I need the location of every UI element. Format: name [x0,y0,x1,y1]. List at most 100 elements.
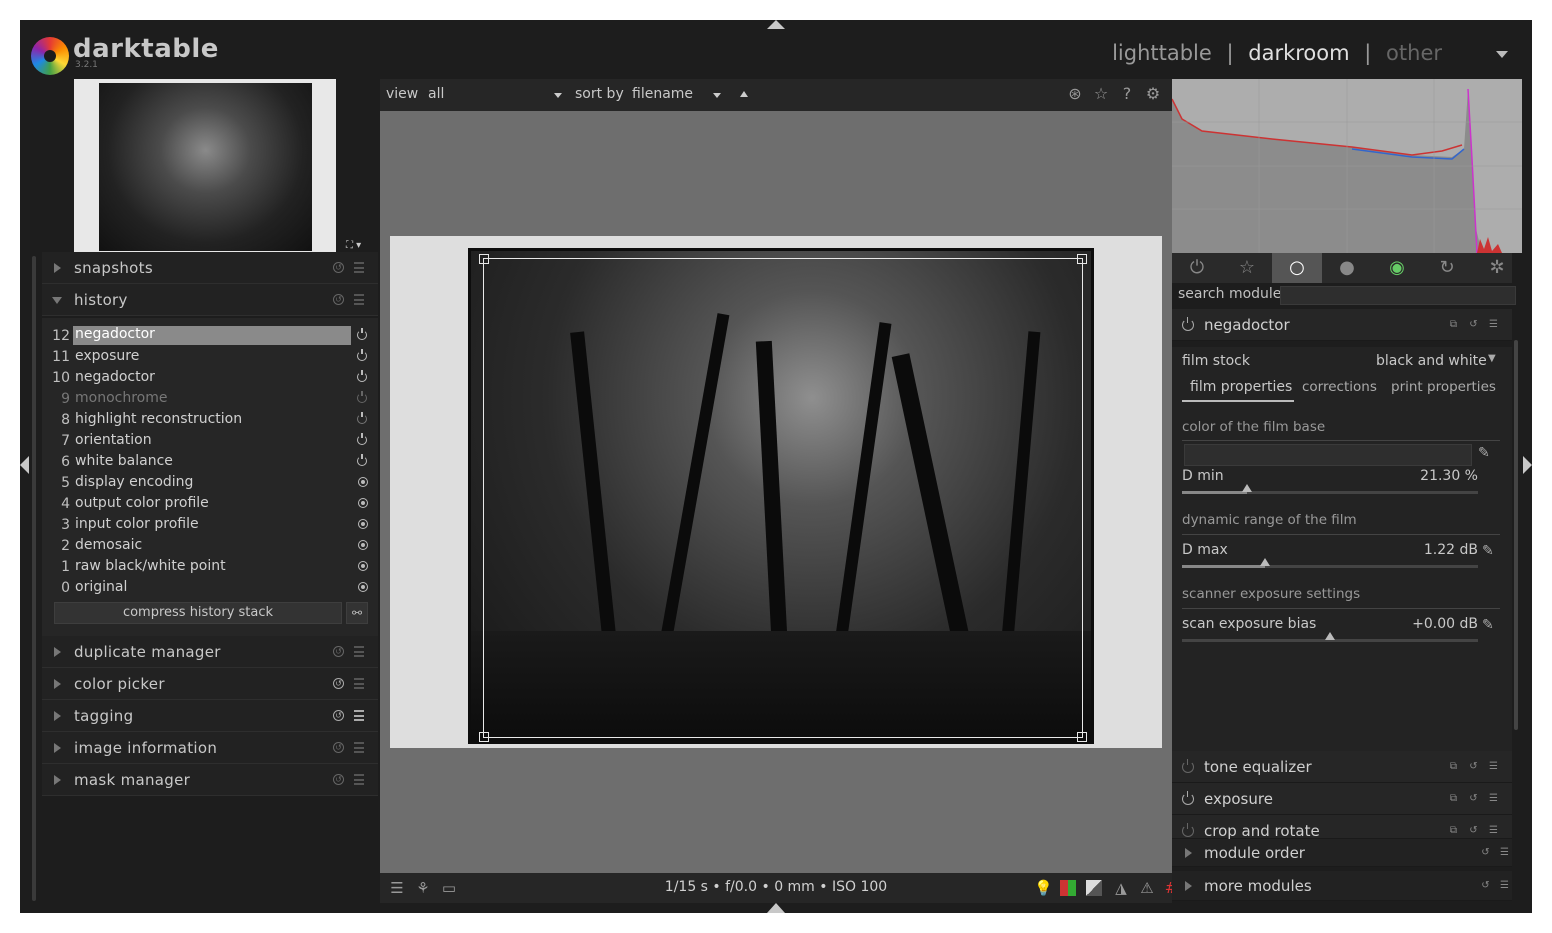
multi-instance-icon[interactable]: ⧉ [1448,825,1459,836]
history-item[interactable]: 8 highlight reconstruction [42,409,378,430]
dmax-slider[interactable] [1182,558,1478,568]
history-item[interactable]: 10 negadoctor [42,367,378,388]
history-item[interactable]: 2 demosaic [42,535,378,556]
chevron-down-icon[interactable]: ▼ [1488,353,1496,364]
history-item[interactable]: 4 output color profile [42,493,378,514]
slider-knob[interactable] [1325,632,1335,640]
copy-history-icon[interactable]: ⚯ [346,602,368,624]
presets-icon[interactable] [354,678,364,689]
history-item[interactable]: 1 raw black/white point [42,556,378,577]
presets-icon[interactable] [354,774,364,785]
reset-icon[interactable]: ↺ [333,294,344,305]
power-icon[interactable] [1182,758,1194,773]
tab-corrections[interactable]: corrections [1302,379,1377,395]
view-select[interactable]: all [428,86,444,102]
section-image-information[interactable]: image information ↺ [42,732,378,764]
section-more-modules[interactable]: more modules ↺ ☰ [1172,871,1512,901]
tab-active-modules[interactable]: ⏻ [1172,253,1222,283]
crop-handle[interactable] [1077,254,1087,264]
film-stock-select[interactable]: black and white [1376,353,1487,369]
gear-icon[interactable]: ⚙ [1144,85,1162,103]
power-icon[interactable] [1182,790,1194,805]
section-module-order[interactable]: module order ↺ ☰ [1172,839,1512,867]
reset-icon[interactable]: ↺ [1468,793,1479,804]
dmin-slider[interactable] [1182,484,1478,494]
collapse-bottom-arrow-icon[interactable] [767,903,785,913]
history-item[interactable]: 3 input color profile [42,514,378,535]
right-scrollbar[interactable] [1514,340,1518,730]
presets-icon[interactable] [354,262,364,273]
reset-icon[interactable]: ↺ [1468,825,1479,836]
presets-icon[interactable]: ☰ [1488,825,1499,836]
tab-tone[interactable]: ● [1322,253,1372,283]
lightbulb-icon[interactable]: 💡 [1034,879,1053,897]
history-item[interactable]: 6 white balance [42,451,378,472]
section-duplicate-manager[interactable]: duplicate manager ↺ [42,636,378,668]
color-picker-icon[interactable]: ✎ [1478,445,1490,461]
tab-favorites[interactable]: ☆ [1222,253,1272,283]
presets-icon[interactable] [354,294,364,305]
history-item[interactable]: 7 orientation [42,430,378,451]
crop-handle[interactable] [1077,732,1087,742]
crop-handle[interactable] [479,732,489,742]
module-tone-equalizer-header[interactable]: tone equalizer ⧉ ↺ ☰ [1172,751,1512,783]
tab-print-properties[interactable]: print properties [1391,379,1496,395]
compress-history-button[interactable]: compress history stack [54,602,342,624]
image-canvas[interactable] [380,111,1172,873]
tab-film-properties[interactable]: film properties [1190,379,1292,395]
search-module-input[interactable] [1280,286,1516,305]
reset-icon[interactable]: ↺ [333,710,344,721]
collapse-left-arrow-icon[interactable] [20,456,29,474]
tab-color[interactable]: ◉ [1372,253,1422,283]
left-scrollbar[interactable] [32,256,36,901]
reset-icon[interactable]: ↺ [1468,761,1479,772]
gamut-warning-icon[interactable]: ⚠ [1138,879,1156,897]
presets-icon[interactable]: ☰ [1488,319,1499,330]
help-icon[interactable]: ? [1118,85,1136,103]
reset-icon[interactable]: ↺ [333,742,344,753]
star-icon[interactable]: ☆ [1092,85,1110,103]
presets-icon[interactable] [354,742,364,753]
color-labels-icon[interactable]: ⊛ [1066,85,1084,103]
section-history[interactable]: history ↺ [42,284,378,316]
color-picker-icon[interactable]: ✎ [1482,543,1494,559]
multi-instance-icon[interactable]: ⧉ [1448,319,1459,330]
section-mask-manager[interactable]: mask manager ↺ [42,764,378,796]
reset-icon[interactable]: ↺ [1468,319,1479,330]
view-other[interactable]: other [1386,41,1442,65]
history-item[interactable]: 5 display encoding [42,472,378,493]
collapse-right-arrow-icon[interactable] [1523,456,1532,474]
navigation-thumbnail[interactable] [74,79,336,252]
color-picker-icon[interactable]: ✎ [1482,617,1494,633]
raw-overexposed-icon[interactable] [1060,880,1076,896]
multi-instance-icon[interactable]: ⧉ [1448,793,1459,804]
presets-icon[interactable]: ☰ [1499,880,1510,891]
view-darkroom[interactable]: darkroom [1248,41,1349,65]
crop-handle[interactable] [479,254,489,264]
histogram[interactable] [1172,79,1522,253]
clipping-icon[interactable] [1086,880,1102,896]
reset-icon[interactable]: ↺ [333,262,344,273]
reset-icon[interactable]: ↺ [333,646,344,657]
collapse-top-arrow-icon[interactable] [767,20,785,29]
sort-select[interactable]: filename [632,86,693,102]
reset-icon[interactable]: ↺ [333,678,344,689]
history-item[interactable]: 12 negadoctor [42,325,378,346]
reset-icon[interactable]: ↺ [333,774,344,785]
presets-icon[interactable]: ☰ [1488,793,1499,804]
slider-knob[interactable] [1242,484,1253,492]
view-lighttable[interactable]: lighttable [1112,41,1212,65]
module-exposure-header[interactable]: exposure ⧉ ↺ ☰ [1172,783,1512,815]
presets-icon[interactable]: ☰ [1499,847,1510,858]
presets-icon[interactable]: ☰ [1488,761,1499,772]
presets-icon[interactable] [354,710,364,721]
tab-correct[interactable]: ↻ [1422,253,1472,283]
module-crop-rotate-header[interactable]: crop and rotate ⧉ ↺ ☰ [1172,815,1512,840]
sort-order-icon[interactable] [740,91,748,97]
scan-exposure-bias-slider[interactable] [1182,632,1478,642]
tab-effect[interactable]: ✲ [1472,253,1522,283]
section-color-picker[interactable]: color picker ↺ [42,668,378,700]
power-icon[interactable] [1182,316,1194,331]
slider-knob[interactable] [1259,558,1270,566]
power-icon[interactable] [1182,822,1194,837]
